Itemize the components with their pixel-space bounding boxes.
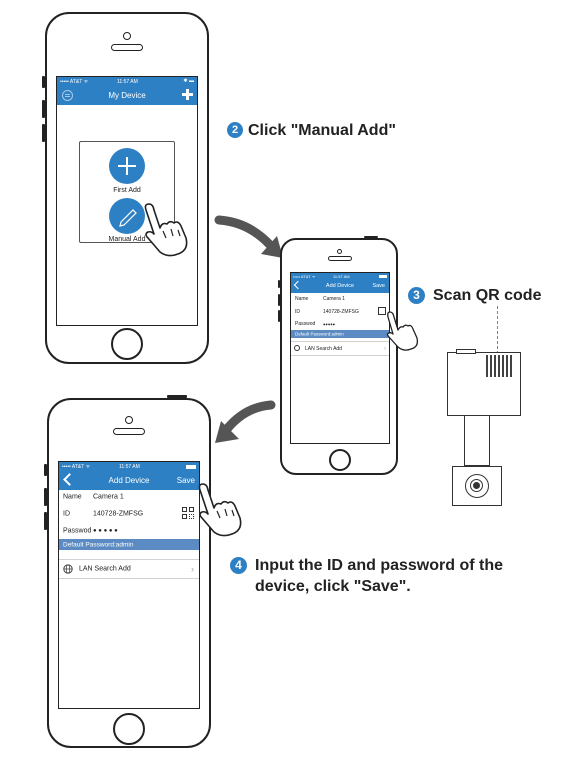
phone-my-device: ••••• AT&T ᯤ 11:57 AM ✱ ▬ My Device Firs…	[42, 12, 209, 364]
status-bar: ••••• AT&T ᯤ 11:57 AM	[59, 462, 199, 471]
phone-side-button	[278, 294, 280, 306]
step-4-badge: 4	[230, 557, 247, 574]
name-row: Name Camera 1	[59, 490, 199, 505]
camera-module	[447, 349, 521, 416]
phone-side-button	[44, 464, 47, 476]
default-password-banner: Default Password:admin	[59, 539, 199, 550]
phone-add-device-save: ••••• AT&T ᯤ 11:57 AM Add Device Save Na…	[44, 395, 211, 748]
battery-icon	[379, 275, 387, 278]
phone-side-button	[44, 488, 47, 506]
phone-screen: ••••• AT&T ᯤ 11:57 AM Add Device Save Na…	[58, 461, 200, 709]
battery-icon	[186, 465, 196, 469]
chevron-right-icon: ›	[191, 564, 194, 574]
step-2-text: Click "Manual Add"	[248, 122, 396, 139]
earpiece-speaker	[328, 256, 352, 261]
phone-side-button	[364, 236, 378, 238]
qr-code-sticker	[486, 355, 512, 377]
nav-bar: ••••• AT&T ᯤ 11:57 AM ✱ ▬ My Device	[57, 77, 197, 105]
hand-pointer-icon	[144, 203, 188, 257]
first-add-button[interactable]	[109, 148, 145, 184]
phone-side-button	[167, 395, 187, 398]
id-input[interactable]: 140728-ZMFSG	[323, 309, 359, 315]
ribbon-cable	[464, 416, 490, 466]
status-bar: ••••• AT&T ᯤ 11:57 AM ✱ ▬	[57, 77, 197, 86]
id-label: ID	[63, 510, 70, 517]
step-3-badge: 3	[408, 287, 425, 304]
id-input[interactable]: 140728-ZMFSG	[93, 510, 143, 517]
lan-search-label: LAN Search Add	[305, 345, 342, 352]
carrier-label: ••••• AT&T ᯤ	[60, 79, 89, 85]
globe-icon	[63, 564, 73, 574]
globe-icon	[294, 345, 300, 351]
password-row: Passwod ● ● ● ● ●	[59, 523, 199, 540]
curved-arrow-icon	[215, 400, 276, 443]
password-input[interactable]: ●●●●●	[323, 322, 335, 327]
carrier-label: ••••• AT&T ᯤ	[293, 274, 316, 279]
id-row: ID 140728-ZMFSG	[291, 305, 389, 319]
lens-board	[452, 466, 502, 506]
clock-label: 11:57 AM	[333, 274, 350, 279]
status-bar: ••••• AT&T ᯤ 11:57 AM	[291, 273, 389, 280]
first-add-label[interactable]: First Add	[80, 187, 174, 194]
connector	[456, 349, 476, 354]
phone-add-device-qr: ••••• AT&T ᯤ 11:57 AM Add Device Save Na…	[278, 236, 398, 475]
dashed-pointer-line	[497, 306, 498, 354]
front-camera	[337, 249, 342, 254]
password-input[interactable]: ● ● ● ● ●	[93, 528, 118, 534]
clock-label: 11:57 AM	[117, 79, 138, 85]
nav-bar: ••••• AT&T ᯤ 11:57 AM Add Device Save	[291, 273, 389, 293]
banner-text: Default Password:admin	[63, 541, 134, 548]
lan-search-row[interactable]: LAN Search Add ›	[59, 559, 199, 579]
id-label: ID	[295, 308, 300, 315]
name-input[interactable]: Camera 1	[323, 296, 345, 302]
home-button[interactable]	[329, 449, 351, 471]
carrier-label: ••••• AT&T ᯤ	[62, 464, 91, 470]
lens-icon	[465, 474, 489, 498]
front-camera	[123, 32, 131, 40]
name-input[interactable]: Camera 1	[93, 494, 124, 501]
save-button[interactable]: Save	[372, 283, 385, 289]
lan-search-label: LAN Search Add	[79, 565, 131, 573]
step-2-badge: 2	[227, 122, 243, 138]
banner-text: Default Password:admin	[295, 331, 344, 337]
plus-icon[interactable]	[182, 89, 193, 100]
name-label: Name	[63, 493, 82, 501]
phone-side-button	[42, 124, 45, 142]
plus-icon	[118, 157, 136, 175]
hand-pointer-icon	[198, 483, 242, 537]
page-title: My Device	[108, 91, 146, 100]
earpiece-speaker	[113, 428, 145, 435]
battery-indicator: ✱ ▬	[183, 78, 194, 84]
step-3-text: Scan QR code	[433, 287, 542, 304]
phone-side-button	[42, 100, 45, 118]
nav-bar: ••••• AT&T ᯤ 11:57 AM Add Device Save	[59, 462, 199, 490]
phone-side-button	[42, 76, 45, 88]
phone-screen: ••••• AT&T ᯤ 11:57 AM Add Device Save Na…	[290, 272, 390, 444]
phone-side-button	[278, 280, 280, 288]
front-camera	[125, 416, 133, 424]
step-4-text: Input the ID and password of the device,…	[255, 557, 503, 595]
home-button[interactable]	[111, 328, 143, 360]
default-password-banner: Default Password:admin	[291, 330, 389, 338]
home-button[interactable]	[113, 713, 145, 745]
password-label: Passwod	[63, 527, 92, 535]
hand-pointer-icon	[386, 311, 419, 351]
phone-side-button	[278, 310, 280, 322]
earpiece-speaker	[111, 44, 143, 51]
name-label: Name	[295, 296, 309, 302]
phone-side-button	[44, 512, 47, 530]
clock-label: 11:57 AM	[119, 464, 140, 470]
lan-search-row[interactable]: LAN Search Add ›	[291, 341, 389, 356]
password-label: Passwod	[295, 321, 316, 327]
id-row: ID 140728-ZMFSG	[59, 504, 199, 524]
